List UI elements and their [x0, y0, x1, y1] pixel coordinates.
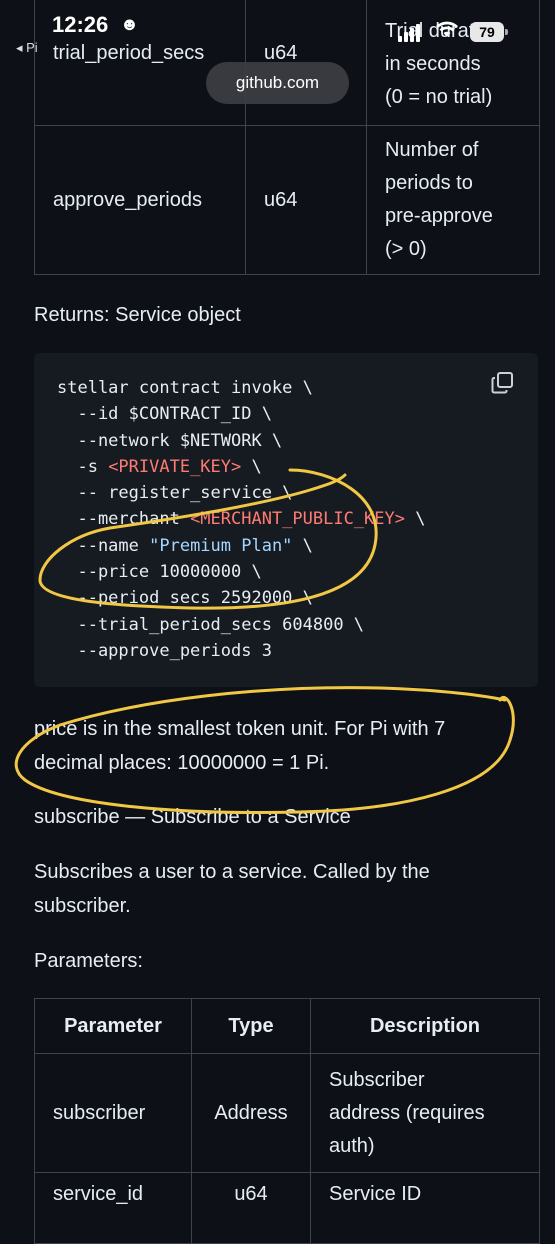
code-line: --id $CONTRACT_ID \: [57, 404, 272, 425]
desc-cell: Subscriber address (requires auth): [310, 1053, 540, 1173]
subscribe-heading: subscribe — Subscribe to a Service: [34, 806, 351, 828]
desc-line: Number of: [385, 139, 479, 161]
table-header-row: Parameter Type Description: [34, 998, 540, 1054]
price-note: price is in the smallest token unit. For…: [34, 712, 445, 780]
code-block: stellar contract invoke \ --id $CONTRACT…: [34, 353, 538, 687]
parameters-label: Parameters:: [34, 950, 143, 972]
desc-line: auth): [329, 1134, 375, 1157]
status-bar: 12:26 ☻ ◂ Pi 79: [0, 0, 555, 60]
type-cell: u64: [191, 1172, 311, 1244]
table-row: approve_periods u64 Number of periods to…: [34, 125, 540, 275]
code-line: -s: [57, 456, 109, 477]
parameters-table: Parameter Type Description subscriber Ad…: [34, 998, 540, 1244]
desc-line: periods to: [385, 172, 473, 194]
clock: 12:26: [52, 12, 109, 37]
price-note-line: decimal places: 10000000 = 1 Pi.: [34, 752, 330, 774]
table-row: subscriber Address Subscriber address (r…: [34, 1053, 540, 1173]
price-note-line: price is in the smallest token unit. For…: [34, 718, 446, 740]
wifi-icon: [436, 20, 458, 44]
url-bar[interactable]: github.com: [206, 62, 349, 104]
code-placeholder: <MERCHANT_PUBLIC_KEY>: [190, 509, 405, 530]
code-placeholder: <PRIVATE_KEY>: [108, 456, 242, 477]
desc-line: address (requires: [329, 1101, 485, 1124]
header-parameter: Parameter: [34, 998, 192, 1054]
battery-level: 79: [479, 24, 495, 40]
desc-line: pre-approve: [385, 205, 493, 227]
code-line: stellar contract invoke \: [57, 378, 313, 398]
code-text: stellar contract invoke \ --id $CONTRACT…: [57, 375, 425, 664]
code-line: \: [405, 509, 426, 530]
code-string: "Premium Plan": [149, 535, 293, 556]
param-cell: subscriber: [34, 1053, 192, 1173]
param-cell: approve_periods: [34, 125, 246, 275]
code-line: \: [292, 535, 313, 556]
code-line: \: [241, 456, 262, 477]
type-cell: u64: [245, 125, 367, 275]
desc-line: (0 = no trial): [385, 85, 493, 108]
focus-smiley-icon: ☻: [120, 14, 139, 34]
cellular-signal-icon: [398, 24, 422, 42]
subscribe-description: Subscribes a user to a service. Called b…: [34, 855, 430, 923]
desc-cell: Service ID: [310, 1172, 540, 1244]
code-line: --approve_periods 3: [57, 640, 272, 661]
desc-line: Subscribes a user to a service. Called b…: [34, 861, 430, 883]
desc-cell: Number of periods to pre-approve (> 0): [366, 125, 540, 275]
code-line: --network $NETWORK \: [57, 430, 283, 451]
code-line: --trial_period_secs 604800 \: [57, 614, 365, 635]
code-line: -- register_service \: [57, 483, 293, 504]
header-description: Description: [310, 998, 540, 1054]
code-line: --merchant: [57, 509, 191, 530]
code-line: --name: [57, 535, 150, 556]
desc-line: (> 0): [385, 238, 427, 260]
back-to-app-link[interactable]: ◂ Pi: [16, 40, 38, 56]
param-cell: service_id: [34, 1172, 192, 1244]
desc-line: Subscriber: [329, 1068, 425, 1091]
battery-icon: 79: [470, 22, 508, 42]
returns-text: Returns: Service object: [34, 304, 241, 326]
back-app-label: Pi: [26, 40, 38, 55]
code-line: --price 10000000 \: [57, 562, 262, 583]
copy-icon[interactable]: [490, 370, 516, 396]
code-line: --period_secs 2592000 \: [57, 588, 313, 609]
desc-line: subscriber.: [34, 895, 131, 917]
type-cell: Address: [191, 1053, 311, 1173]
table-row: service_id u64 Service ID: [34, 1172, 540, 1244]
header-type: Type: [191, 998, 311, 1054]
